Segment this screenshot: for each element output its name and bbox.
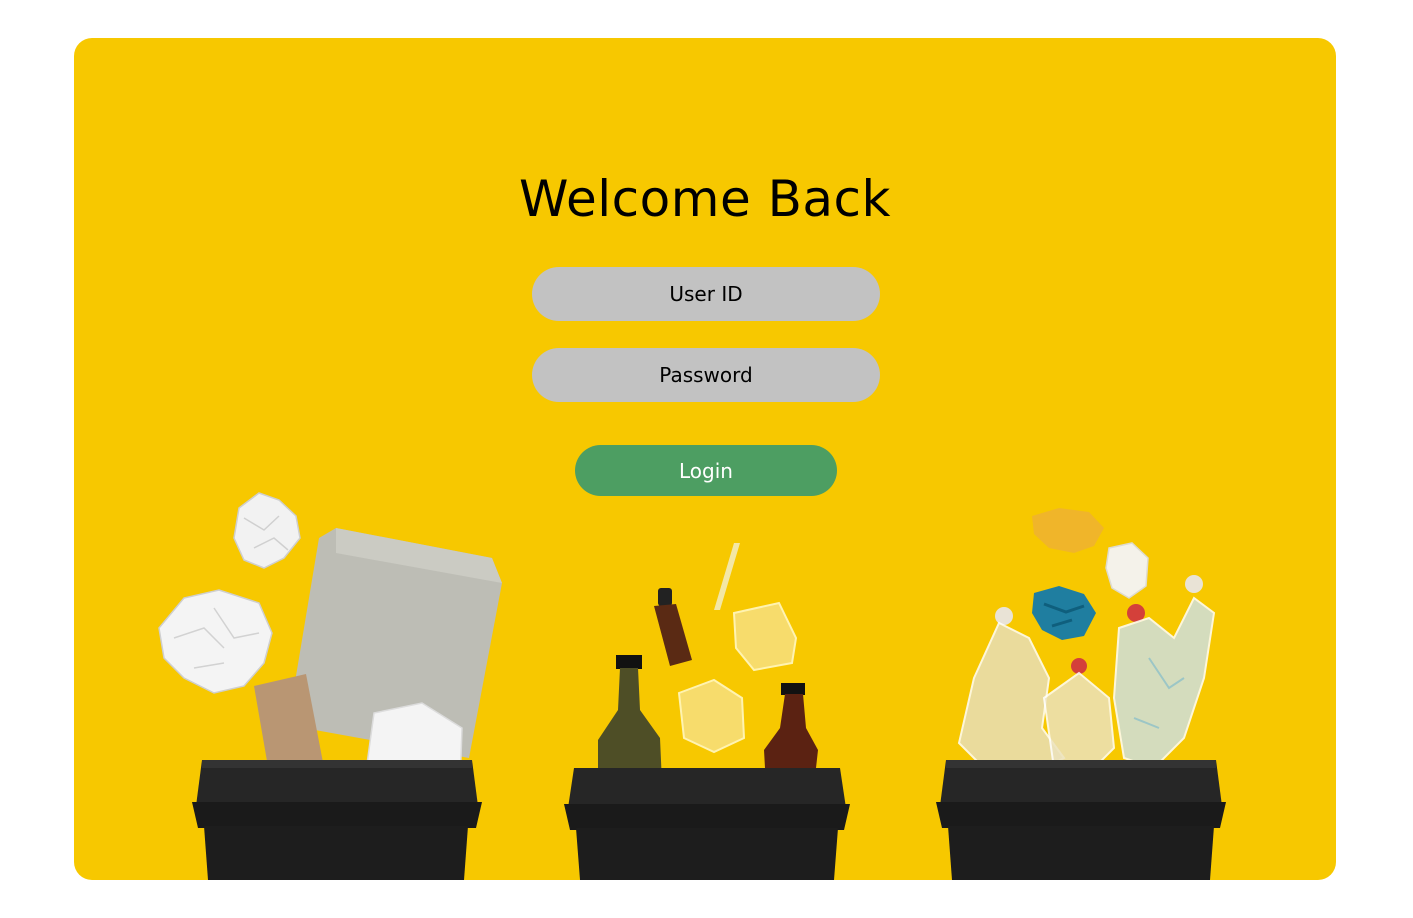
user-id-field[interactable] [532, 267, 880, 321]
login-button[interactable]: Login [575, 445, 837, 496]
password-field[interactable] [532, 348, 880, 402]
page-title: Welcome Back [519, 170, 891, 228]
login-card: Welcome Back Login [74, 38, 1336, 880]
plastic-recycling-bin-icon [936, 508, 1226, 880]
paper-recycling-bin-icon [158, 492, 502, 880]
glass-recycling-bin-icon [564, 543, 850, 880]
